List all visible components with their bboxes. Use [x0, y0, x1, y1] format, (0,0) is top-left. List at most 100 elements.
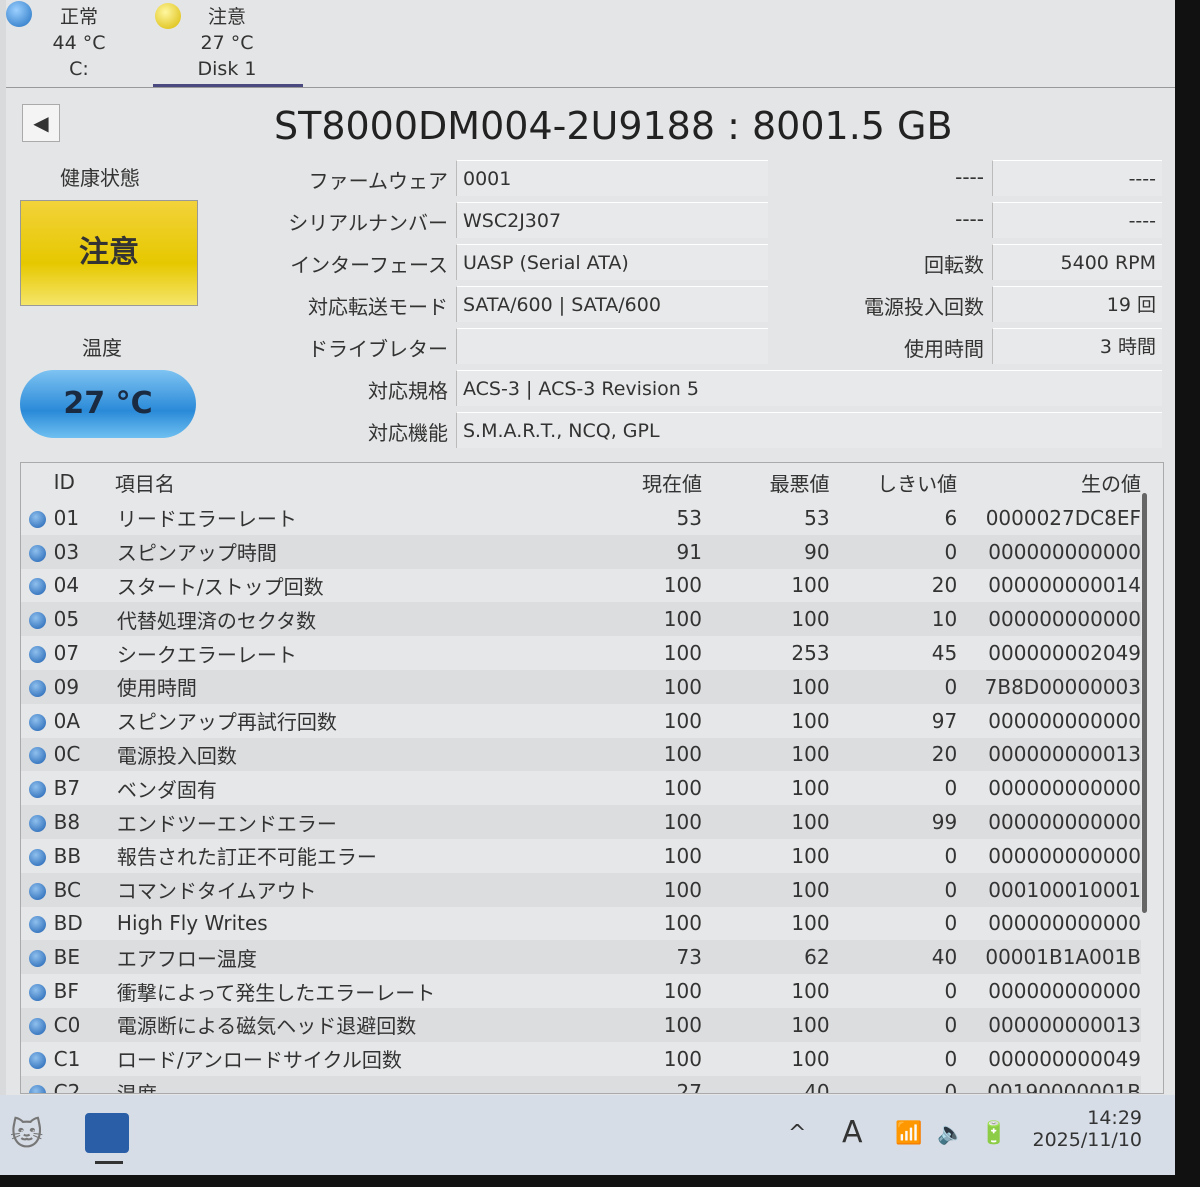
cell: BE	[53, 940, 115, 975]
cell: 100	[663, 641, 702, 666]
column-header[interactable]: 現在値	[579, 463, 702, 501]
info-value: ----	[992, 202, 1162, 238]
info-label: 使用時間	[904, 337, 984, 361]
cell: 03	[53, 534, 115, 569]
cell: 27	[579, 1075, 702, 1093]
info-label: インターフェース	[290, 253, 448, 277]
table-row[interactable]: 07 シークエラーレート 100 253 45 000000002049	[21, 636, 1141, 670]
cell: 100	[663, 1046, 702, 1071]
cell: 100	[579, 737, 702, 772]
cell: 6	[944, 505, 958, 530]
gimp-icon[interactable]: 🐱	[10, 1115, 43, 1153]
cell: 00190000001B	[957, 1075, 1141, 1093]
cell: 代替処理済のセクタ数	[114, 602, 580, 637]
smart-table: ID 項目名 現在値 最悪値 しきい値 生の値 01 リードエラーレート 53 53 6 00000…	[21, 463, 1141, 1093]
table-row[interactable]: 05 代替処理済のセクタ数 100 100 10 000000000000	[21, 602, 1141, 637]
cell: 45	[931, 641, 958, 666]
table-row[interactable]: B8 エンドツーエンドエラー 100 100 99 000000000000	[21, 805, 1141, 839]
health-status-badge[interactable]: 注意	[20, 200, 198, 306]
cell: 99	[829, 805, 958, 839]
info-label: ファームウェア	[308, 169, 448, 193]
column-header[interactable]: 項目名	[115, 463, 580, 501]
wifi-icon[interactable]: 📶	[895, 1121, 922, 1146]
info-value: 3 時間	[992, 328, 1162, 364]
info-label: 回転数	[924, 253, 984, 277]
cell: 73	[579, 940, 702, 975]
cell: 20	[829, 737, 958, 772]
status-dot-icon	[28, 747, 46, 765]
table-row[interactable]: 0C 電源投入回数 100 100 20 000000000013	[21, 737, 1141, 772]
scrollbar-thumb[interactable]	[1142, 493, 1147, 913]
cell: 01	[53, 505, 80, 530]
battery-icon[interactable]: 🔋	[980, 1121, 1007, 1146]
info-value: SATA/600 | SATA/600	[456, 286, 768, 322]
cell: 253	[791, 641, 830, 666]
table-row[interactable]: 01 リードエラーレート 53 53 6 0000027DC8EF	[21, 501, 1141, 535]
cell: 0C	[53, 737, 115, 772]
cell: 000000002049	[988, 641, 1141, 666]
status-dot-icon	[28, 679, 46, 697]
temperature-label: 温度	[82, 336, 122, 360]
status-dot-icon	[28, 781, 46, 799]
cell: 53	[804, 505, 830, 530]
status-dot-icon	[28, 1085, 46, 1093]
table-row[interactable]: BC コマンドタイムアウト 100 100 0 000100010001	[21, 872, 1141, 907]
table-row[interactable]: BD High Fly Writes 100 100 0 000000000000	[21, 907, 1141, 941]
table-row[interactable]: BF 衝撃によって発生したエラーレート 100 100 0 000000000000	[21, 974, 1141, 1008]
disk-tab-c[interactable]: 正常 44 °C C:	[24, 4, 134, 82]
cell: 53	[676, 505, 702, 530]
table-row[interactable]: BB 報告された訂正不可能エラー 100 100 0 000000000000	[21, 839, 1141, 873]
chevron-up-icon[interactable]: ^	[788, 1121, 806, 1146]
screen-bezel	[0, 1175, 1200, 1187]
column-header[interactable]: 生の値	[957, 463, 1141, 501]
status-dot-icon	[6, 1, 32, 27]
status-dot-icon	[28, 646, 46, 664]
column-header[interactable]: しきい値	[830, 463, 957, 501]
column-header[interactable]: ID	[54, 463, 115, 501]
clock[interactable]: 14:29 2025/11/10	[1030, 1107, 1142, 1151]
table-row[interactable]: BE エアフロー温度 73 62 40 00001B1A001B	[21, 940, 1141, 975]
table-row[interactable]: 09 使用時間 100 100 0 7B8D00000003	[21, 669, 1141, 704]
cell: 0000027DC8EF	[985, 505, 1141, 530]
info-value: UASP (Serial ATA)	[456, 244, 768, 280]
cell: B8	[53, 805, 115, 839]
table-row[interactable]: 03 スピンアップ時間 91 90 0 000000000000	[21, 534, 1141, 569]
cell: 62	[701, 940, 830, 975]
temperature-badge: 27 °C	[20, 370, 196, 438]
crystaldiskinfo-taskbar-icon[interactable]	[85, 1113, 129, 1153]
cell: 100	[701, 669, 830, 704]
cell: 0	[829, 669, 958, 704]
cell: 000000000000	[988, 911, 1141, 936]
cell: 電源投入回数	[114, 737, 580, 772]
cell: 0	[829, 872, 958, 907]
cell: 100	[701, 602, 830, 637]
cell: 100	[579, 669, 702, 704]
cell: スタート/ストップ回数	[116, 574, 324, 599]
cell: 0	[829, 1075, 958, 1093]
ime-indicator[interactable]: A	[842, 1115, 863, 1150]
disk-tab-disk1[interactable]: 注意 27 °C Disk 1	[172, 4, 282, 82]
table-row[interactable]: C1 ロード/アンロードサイクル回数 100 100 0 000000000049	[21, 1042, 1141, 1076]
table-row[interactable]: C2 温度 27 40 0 00190000001B	[21, 1075, 1141, 1093]
table-row[interactable]: C0 電源断による磁気ヘッド退避回数 100 100 0 000000000013	[21, 1007, 1141, 1042]
info-value: 19 回	[992, 286, 1162, 322]
table-row[interactable]: B7 ベンダ固有 100 100 0 000000000000	[21, 771, 1141, 805]
status-dot-icon	[155, 3, 181, 29]
cell: 報告された訂正不可能エラー	[116, 845, 377, 870]
prev-disk-button[interactable]: ◀	[22, 104, 60, 142]
volume-icon[interactable]: 🔈	[937, 1121, 964, 1146]
cell: C0	[53, 1007, 115, 1042]
table-row[interactable]: 04 スタート/ストップ回数 100 100 20 000000000014	[21, 569, 1141, 603]
table-row[interactable]: 0A スピンアップ再試行回数 100 100 97 000000000000	[21, 704, 1141, 738]
disk-name: C:	[69, 58, 89, 80]
disk-name: Disk 1	[197, 58, 257, 80]
status-dot-icon	[28, 510, 46, 528]
disk-status: 注意	[207, 6, 246, 28]
cell: 40	[829, 940, 958, 975]
column-header[interactable]: 最悪値	[702, 463, 830, 501]
smart-table-container: ID 項目名 現在値 最悪値 しきい値 生の値 01 リードエラーレート 53 53 6 00000…	[20, 462, 1164, 1094]
disk-temp: 27 °C	[200, 32, 254, 54]
status-dot-icon	[28, 916, 46, 934]
cell: 100	[701, 1007, 830, 1042]
cell: BB	[53, 843, 82, 868]
